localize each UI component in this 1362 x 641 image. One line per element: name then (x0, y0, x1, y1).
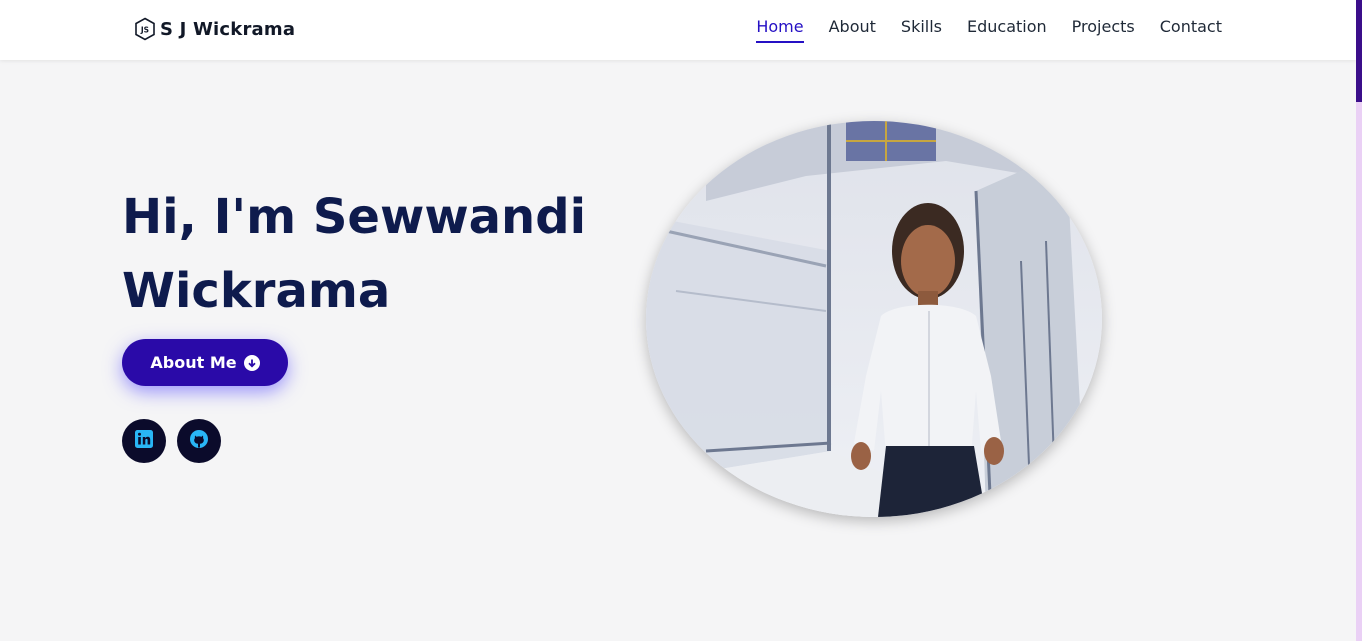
about-me-button[interactable]: About Me (122, 339, 288, 386)
nav-home[interactable]: Home (756, 17, 804, 43)
nav-contact[interactable]: Contact (1160, 17, 1222, 43)
scrollbar-thumb[interactable] (1356, 0, 1362, 102)
nav-skills[interactable]: Skills (901, 17, 942, 43)
hero-title: Hi, I'm Sewwandi Wickrama (122, 180, 622, 328)
hero-title-line2: Wickrama (122, 263, 391, 319)
scrollbar[interactable] (1356, 0, 1362, 641)
hero-title-line1: Hi, I'm Sewwandi (122, 189, 587, 245)
nav-about[interactable]: About (829, 17, 876, 43)
navbar: JS S J Wickrama Home About Skills Educat… (0, 0, 1356, 60)
arrow-down-circle-icon (243, 354, 260, 371)
nodejs-icon: JS (134, 17, 156, 41)
about-me-label: About Me (150, 353, 237, 372)
nav-menu: Home About Skills Education Projects Con… (731, 17, 1222, 43)
linkedin-button[interactable] (122, 419, 166, 463)
profile-photo (646, 121, 1102, 517)
nav-projects[interactable]: Projects (1072, 17, 1135, 43)
nav-education[interactable]: Education (967, 17, 1047, 43)
brand-name: S J Wickrama (160, 18, 296, 40)
svg-text:JS: JS (140, 26, 149, 35)
brand-logo[interactable]: JS S J Wickrama (134, 15, 295, 43)
github-icon (189, 429, 209, 453)
linkedin-icon (134, 429, 154, 453)
github-button[interactable] (177, 419, 221, 463)
